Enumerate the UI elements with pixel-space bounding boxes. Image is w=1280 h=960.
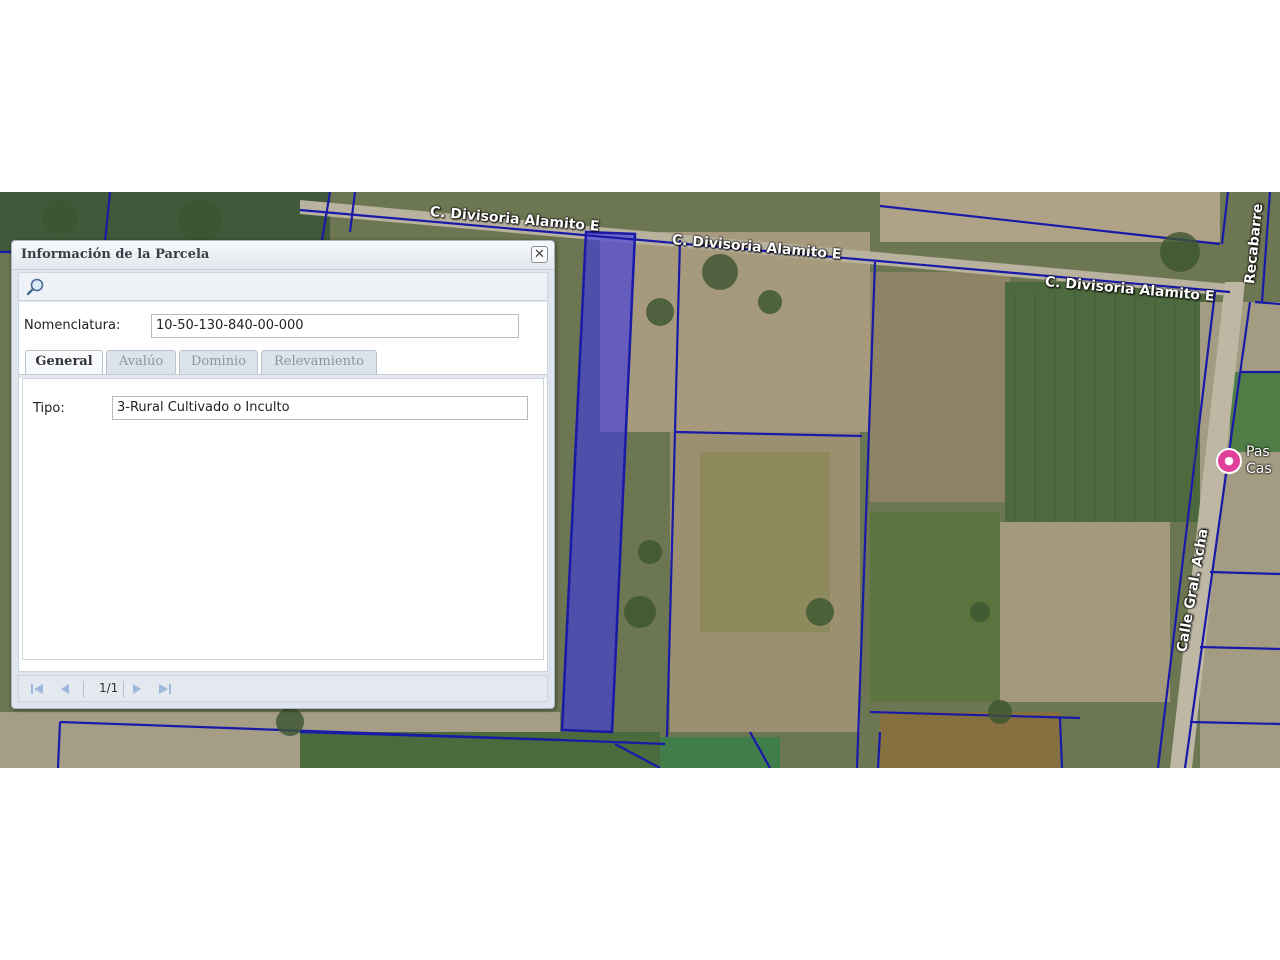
tipo-field[interactable]: 3-Rural Cultivado o Inculto: [112, 396, 528, 420]
pager-separator: [123, 681, 124, 698]
nomenclatura-label: Nomenclatura:: [24, 318, 121, 333]
tab-avaluo[interactable]: Avalúo: [106, 350, 176, 374]
tab-dominio[interactable]: Dominio: [179, 350, 258, 374]
dialog-body: Nomenclatura: 10-50-130-840-00-000 Gener…: [18, 302, 548, 672]
tab-general[interactable]: General: [25, 350, 103, 375]
parcel-info-dialog: Información de la Parcela ✕ Nomenclatura…: [11, 240, 555, 709]
dialog-title: Información de la Parcela: [21, 247, 210, 262]
general-tab-panel: Tipo: 3-Rural Cultivado o Inculto: [22, 378, 544, 660]
next-page-icon[interactable]: [129, 681, 145, 697]
last-page-icon[interactable]: [157, 681, 173, 697]
pager-separator: [83, 681, 84, 698]
dialog-header[interactable]: Información de la Parcela ✕: [12, 241, 554, 270]
first-page-icon[interactable]: [29, 681, 45, 697]
tab-relevamiento[interactable]: Relevamiento: [261, 350, 377, 374]
magnifier-icon[interactable]: [25, 277, 45, 297]
pin-icon[interactable]: ●: [1216, 448, 1242, 474]
page-info: 1/1: [99, 681, 119, 695]
previous-page-icon[interactable]: [57, 681, 73, 697]
nomenclatura-field[interactable]: 10-50-130-840-00-000: [151, 314, 519, 338]
dialog-toolbar: [18, 272, 548, 301]
close-icon[interactable]: ✕: [531, 246, 548, 263]
poi-label[interactable]: Pas Cas: [1246, 444, 1272, 478]
tipo-label: Tipo:: [33, 401, 65, 416]
pager-toolbar: 1/1: [18, 675, 548, 702]
